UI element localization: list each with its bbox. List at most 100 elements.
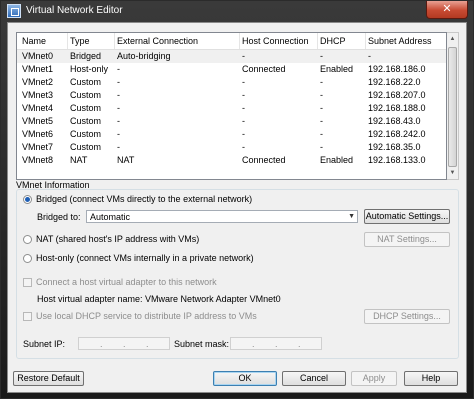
cell-dhcp: - (320, 90, 323, 100)
vmnet-list[interactable]: Name Type External Connection Host Conne… (16, 32, 447, 180)
scroll-up-arrow-icon[interactable]: ▲ (447, 33, 458, 45)
cell-subnet-address: - (368, 51, 371, 61)
network-editor-icon (7, 4, 21, 18)
cell-host-connection: - (242, 116, 245, 126)
cell-subnet-address: 192.168.43.0 (368, 116, 421, 126)
cell-type: NAT (70, 155, 88, 165)
cell-name: VMnet2 (22, 77, 54, 87)
cell-external-connection: Auto-bridging (117, 51, 171, 61)
cell-external-connection: - (117, 129, 120, 139)
cell-name: VMnet1 (22, 64, 54, 74)
table-row[interactable]: VMnet8 NAT NAT Connected Enabled 192.168.133.… (17, 154, 446, 167)
subnet-mask-field[interactable]: ... (230, 337, 322, 350)
cell-subnet-address: 192.168.207.0 (368, 90, 426, 100)
column-header-dhcp[interactable]: DHCP (320, 36, 346, 46)
cell-subnet-address: 192.168.22.0 (368, 77, 421, 87)
scroll-down-arrow-icon[interactable]: ▼ (447, 167, 458, 179)
window-title: Virtual Network Editor (26, 5, 123, 16)
list-scrollbar[interactable]: ▲ ▼ (447, 32, 459, 180)
cell-external-connection: - (117, 90, 120, 100)
table-row[interactable]: VMnet2 Custom - - - 192.168.22.0 (17, 76, 446, 89)
cell-subnet-address: 192.168.186.0 (368, 64, 426, 74)
cell-subnet-address: 192.168.133.0 (368, 155, 426, 165)
dhcp-settings-button[interactable]: DHCP Settings... (364, 309, 450, 324)
cell-subnet-address: 192.168.242.0 (368, 129, 426, 139)
cell-external-connection: - (117, 116, 120, 126)
cell-dhcp: - (320, 51, 323, 61)
cancel-button[interactable]: Cancel (282, 371, 346, 386)
cell-name: VMnet3 (22, 90, 54, 100)
nat-radio[interactable] (23, 235, 32, 244)
cell-dhcp: - (320, 129, 323, 139)
dhcp-label[interactable]: Use local DHCP service to distribute IP … (36, 311, 257, 321)
cell-host-connection: Connected (242, 64, 286, 74)
cell-external-connection: NAT (117, 155, 135, 165)
table-row[interactable]: VMnet5 Custom - - - 192.168.43.0 (17, 115, 446, 128)
table-row[interactable]: VMnet6 Custom - - - 192.168.242.0 (17, 128, 446, 141)
cell-host-connection: - (242, 90, 245, 100)
cell-type: Custom (70, 77, 102, 87)
cell-type: Custom (70, 90, 102, 100)
cell-dhcp: - (320, 116, 323, 126)
cell-type: Custom (70, 116, 102, 126)
table-row[interactable]: VMnet0 Bridged Auto-bridging - - - (17, 50, 446, 63)
bridged-radio-label[interactable]: Bridged (connect VMs directly to the ext… (36, 194, 252, 204)
bridged-to-label: Bridged to: (37, 212, 81, 222)
dhcp-checkbox[interactable] (23, 312, 32, 321)
dialog-client-area: Name Type External Connection Host Conne… (7, 22, 467, 393)
cell-type: Custom (70, 103, 102, 113)
cell-host-connection: - (242, 51, 245, 61)
bridged-to-select[interactable]: Automatic ▼ (86, 210, 358, 223)
cell-name: VMnet6 (22, 129, 54, 139)
column-header-name[interactable]: Name (22, 36, 46, 46)
bridged-to-value: Automatic (90, 212, 131, 222)
help-button[interactable]: Help (404, 371, 458, 386)
cell-dhcp: - (320, 77, 323, 87)
cell-external-connection: - (117, 103, 120, 113)
table-row[interactable]: VMnet1 Host-only - Connected Enabled 192.168.… (17, 63, 446, 76)
cell-subnet-address: 192.168.35.0 (368, 142, 421, 152)
scroll-thumb[interactable] (448, 47, 457, 167)
nat-radio-label[interactable]: NAT (shared host's IP address with VMs) (36, 234, 199, 244)
ok-button[interactable]: OK (213, 371, 277, 386)
cell-name: VMnet0 (22, 51, 54, 61)
apply-button[interactable]: Apply (351, 371, 397, 386)
column-header-external-connection[interactable]: External Connection (117, 36, 198, 46)
automatic-settings-button[interactable]: Automatic Settings... (364, 209, 450, 224)
bridged-radio[interactable] (23, 195, 32, 204)
table-row[interactable]: VMnet7 Custom - - - 192.168.35.0 (17, 141, 446, 154)
subnet-mask-label: Subnet mask: (174, 339, 230, 349)
table-row[interactable]: VMnet3 Custom - - - 192.168.207.0 (17, 89, 446, 102)
cell-name: VMnet7 (22, 142, 54, 152)
table-row[interactable]: VMnet4 Custom - - - 192.168.188.0 (17, 102, 446, 115)
host-only-radio[interactable] (23, 254, 32, 263)
host-only-radio-label[interactable]: Host-only (connect VMs internally in a p… (36, 253, 254, 263)
cell-name: VMnet4 (22, 103, 54, 113)
restore-default-button[interactable]: Restore Default (13, 371, 84, 386)
list-header: Name Type External Connection Host Conne… (17, 33, 446, 50)
cell-host-connection: - (242, 77, 245, 87)
column-header-subnet-address[interactable]: Subnet Address (368, 36, 432, 46)
cell-type: Custom (70, 142, 102, 152)
subnet-ip-label: Subnet IP: (23, 339, 66, 349)
cell-dhcp: - (320, 142, 323, 152)
cell-host-connection: - (242, 103, 245, 113)
cell-dhcp: Enabled (320, 64, 354, 74)
column-header-type[interactable]: Type (70, 36, 90, 46)
close-button[interactable]: ✕ (426, 1, 468, 19)
connect-adapter-checkbox[interactable] (23, 278, 32, 287)
nat-settings-button[interactable]: NAT Settings... (364, 232, 450, 247)
cell-external-connection: - (117, 77, 120, 87)
cell-external-connection: - (117, 64, 120, 74)
cell-dhcp: - (320, 103, 323, 113)
cell-type: Custom (70, 129, 102, 139)
column-header-host-connection[interactable]: Host Connection (242, 36, 309, 46)
cell-subnet-address: 192.168.188.0 (368, 103, 426, 113)
dropdown-arrow-icon: ▼ (348, 213, 355, 220)
cell-type: Host-only (70, 64, 109, 74)
connect-adapter-label[interactable]: Connect a host virtual adapter to this n… (36, 277, 217, 287)
cell-name: VMnet5 (22, 116, 54, 126)
dialog-window: Virtual Network Editor ✕ Name Type Exter… (0, 0, 474, 399)
subnet-ip-field[interactable]: ... (78, 337, 170, 350)
title-bar[interactable]: Virtual Network Editor ✕ (1, 1, 473, 21)
